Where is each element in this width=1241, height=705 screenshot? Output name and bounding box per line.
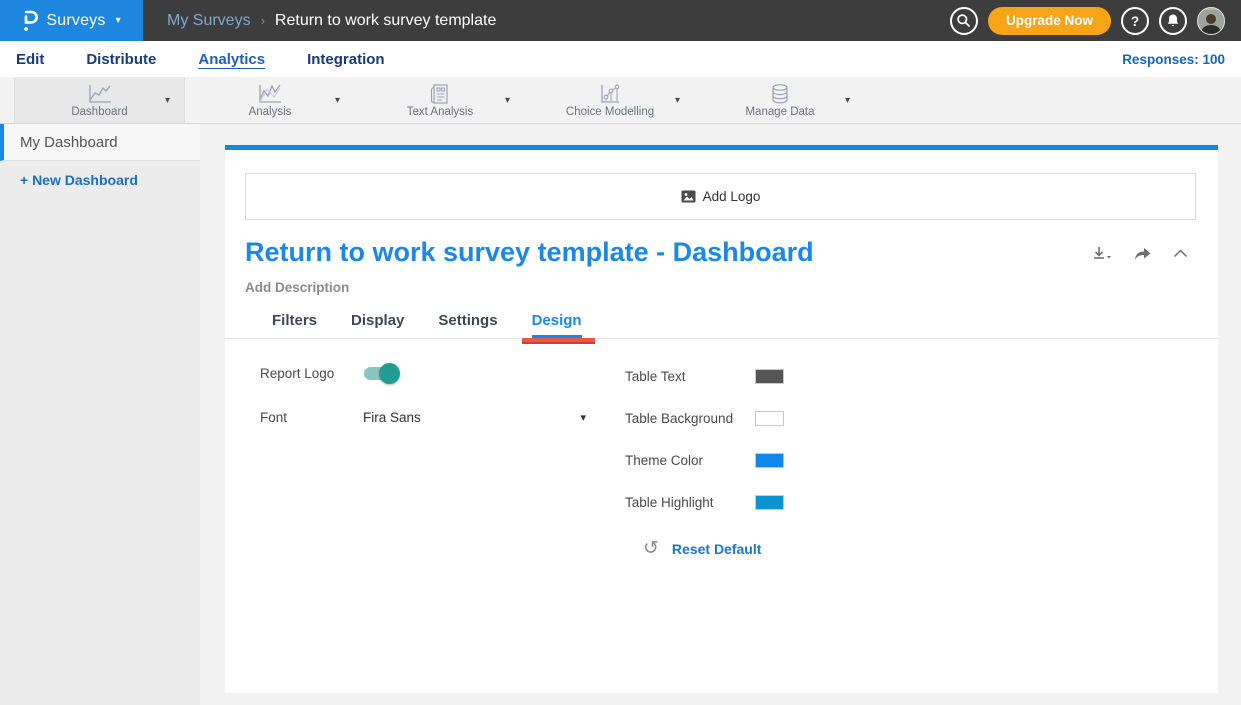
breadcrumb-my-surveys[interactable]: My Surveys — [167, 12, 251, 30]
tab-settings[interactable]: Settings — [438, 312, 497, 338]
tab-filters[interactable]: Filters — [272, 312, 317, 338]
table-highlight-label: Table Highlight — [625, 495, 755, 510]
survey-nav: Edit Distribute Analytics Integration Re… — [0, 41, 1241, 77]
toolbar-item-label: Choice Modelling — [566, 106, 654, 118]
page-title[interactable]: Return to work survey template - Dashboa… — [245, 237, 814, 268]
font-row: Font Fira Sans ▾ — [260, 410, 590, 425]
report-logo-row: Report Logo — [260, 366, 590, 381]
table-background-row: Table Background — [625, 411, 985, 426]
theme-color-row: Theme Color — [625, 453, 985, 468]
question-mark-icon: ? — [1131, 13, 1140, 29]
main-content: Add Logo Return to work survey template … — [200, 124, 1241, 705]
table-highlight-swatch[interactable] — [755, 495, 784, 510]
breadcrumb: My Surveys › Return to work survey templ… — [167, 12, 496, 30]
table-text-swatch[interactable] — [755, 369, 784, 384]
table-highlight-row: Table Highlight — [625, 495, 985, 510]
tab-design-label: Design — [532, 312, 582, 329]
manage-data-dropdown-caret-icon[interactable]: ▾ — [845, 77, 850, 123]
text-analysis-dropdown-caret-icon[interactable]: ▾ — [505, 77, 510, 123]
user-avatar[interactable] — [1197, 7, 1225, 35]
download-button[interactable] — [1092, 245, 1112, 262]
add-description-field[interactable]: Add Description — [245, 280, 1218, 295]
choice-modelling-icon — [598, 83, 622, 106]
tab-display[interactable]: Display — [351, 312, 404, 338]
report-logo-label: Report Logo — [260, 366, 363, 381]
design-settings-panel: Report Logo Font Fira Sans ▾ — [225, 339, 1218, 639]
table-background-label: Table Background — [625, 411, 755, 426]
theme-color-label: Theme Color — [625, 453, 755, 468]
dashboard-dropdown-caret-icon[interactable]: ▾ — [165, 77, 170, 123]
toolbar-item-dashboard[interactable]: Dashboard — [14, 77, 185, 123]
dashboard-card: Add Logo Return to work survey template … — [225, 145, 1218, 693]
page-body: My Dashboard + New Dashboard Add Logo Re… — [0, 124, 1241, 705]
font-select-value: Fira Sans — [363, 410, 421, 425]
upgrade-now-button[interactable]: Upgrade Now — [988, 7, 1111, 35]
nav-tab-integration[interactable]: Integration — [307, 51, 385, 68]
bell-icon — [1166, 13, 1180, 28]
analysis-dropdown-caret-icon[interactable]: ▾ — [335, 77, 340, 123]
font-select[interactable]: Fira Sans ▾ — [363, 410, 590, 425]
dashboard-tabs: Filters Display Settings Design — [225, 312, 1218, 339]
theme-color-swatch[interactable] — [755, 453, 784, 468]
sidebar-item-my-dashboard[interactable]: My Dashboard — [0, 124, 200, 161]
brand-product-name: Surveys — [46, 12, 105, 30]
image-icon — [681, 190, 696, 203]
nav-tab-distribute[interactable]: Distribute — [86, 51, 156, 68]
nav-tab-analytics[interactable]: Analytics — [198, 51, 265, 68]
design-right-column: Table Text Table Background Theme Color … — [625, 369, 985, 537]
collapse-chevron-icon[interactable] — [1173, 249, 1188, 258]
reset-default-label: Reset Default — [672, 541, 761, 557]
table-background-swatch[interactable] — [755, 411, 784, 426]
search-button[interactable] — [950, 7, 978, 35]
table-text-row: Table Text — [625, 369, 985, 384]
toolbar-item-choice-modelling[interactable]: Choice Modelling — [525, 77, 695, 123]
title-actions — [1092, 237, 1188, 262]
add-logo-dropzone[interactable]: Add Logo — [245, 173, 1196, 220]
report-logo-toggle[interactable] — [364, 367, 397, 380]
toolbar-item-text-analysis[interactable]: Text Analysis — [360, 77, 520, 123]
brand-caret-icon: ▾ — [116, 15, 121, 26]
card-accent-bar — [225, 145, 1218, 150]
toolbar-item-analysis[interactable]: Analysis — [195, 77, 345, 123]
survey-nav-items: Edit Distribute Analytics Integration — [16, 51, 385, 68]
dashboard-sidebar: My Dashboard + New Dashboard — [0, 124, 200, 705]
database-icon — [769, 83, 791, 106]
line-chart-icon — [87, 83, 113, 106]
toolbar-item-manage-data[interactable]: Manage Data — [700, 77, 860, 123]
title-row: Return to work survey template - Dashboa… — [245, 237, 1188, 268]
toolbar-item-label: Text Analysis — [407, 106, 473, 118]
toggle-knob — [379, 363, 400, 384]
toolbar-item-label: Analysis — [249, 106, 292, 118]
reset-default-button[interactable]: ↺ Reset Default — [643, 539, 761, 558]
nav-tab-edit[interactable]: Edit — [16, 51, 44, 68]
questionpro-logo-icon — [22, 10, 38, 32]
add-logo-label: Add Logo — [703, 189, 761, 204]
chevron-down-icon: ▾ — [580, 411, 590, 424]
search-icon — [956, 13, 971, 28]
responses-count: Responses: 100 — [1122, 52, 1225, 67]
breadcrumb-separator-icon: › — [261, 13, 265, 28]
breadcrumb-current: Return to work survey template — [275, 12, 496, 30]
notifications-button[interactable] — [1159, 7, 1187, 35]
top-header: Surveys ▾ My Surveys › Return to work su… — [0, 0, 1241, 41]
help-button[interactable]: ? — [1121, 7, 1149, 35]
choice-modelling-dropdown-caret-icon[interactable]: ▾ — [675, 77, 680, 123]
text-analysis-icon — [429, 83, 451, 106]
reset-icon: ↺ — [643, 539, 659, 558]
toolbar-item-label: Manage Data — [745, 106, 814, 118]
analytics-toolbar: Dashboard ▾ Analysis ▾ Text Analysis ▾ C… — [0, 77, 1241, 124]
header-actions: Upgrade Now ? — [950, 7, 1241, 35]
design-left-column: Report Logo Font Fira Sans ▾ — [260, 366, 590, 454]
analysis-chart-icon — [257, 83, 283, 106]
share-button[interactable] — [1133, 246, 1152, 262]
tab-design[interactable]: Design — [532, 312, 582, 338]
toolbar-item-label: Dashboard — [71, 106, 127, 118]
table-text-label: Table Text — [625, 369, 755, 384]
brand-menu[interactable]: Surveys ▾ — [0, 0, 143, 41]
font-label: Font — [260, 410, 363, 425]
new-dashboard-button[interactable]: + New Dashboard — [0, 161, 200, 199]
